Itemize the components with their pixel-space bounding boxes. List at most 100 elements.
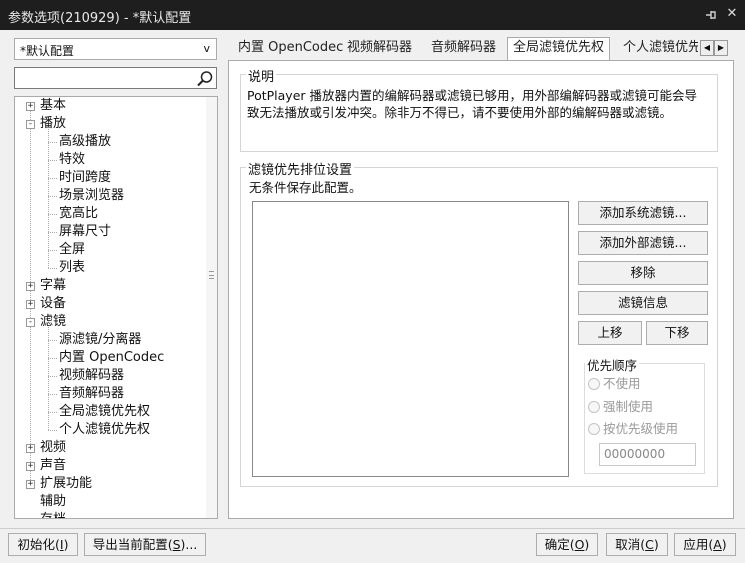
pin-icon[interactable]: [704, 8, 718, 22]
close-icon[interactable]: ✕: [724, 6, 740, 22]
tree-item[interactable]: 全屏: [59, 241, 85, 259]
tree-item[interactable]: 视频解码器: [59, 367, 124, 385]
tree-item[interactable]: 时间跨度: [59, 169, 111, 187]
cancel-button-end: ): [653, 537, 659, 552]
radio-not-use[interactable]: 不使用: [588, 375, 641, 393]
apply-button-end: ): [721, 537, 727, 552]
tree-item[interactable]: 宽高比: [59, 205, 98, 223]
tree-connector: [30, 106, 31, 484]
cancel-button-text: 取消(: [615, 537, 646, 552]
tab-video-decoder[interactable]: 视频解码器: [342, 38, 417, 60]
add-system-filter-button[interactable]: 添加系统滤镜...: [578, 201, 708, 225]
tree-item[interactable]: 基本: [40, 97, 66, 115]
tree-item[interactable]: 音频解码器: [59, 385, 124, 403]
profile-select[interactable]: *默认配置 v: [14, 38, 217, 60]
tree-item[interactable]: 设备: [40, 295, 66, 313]
search-icon[interactable]: [196, 70, 214, 88]
export-button-end: )...: [180, 537, 198, 552]
settings-tree[interactable]: 基本 + 播放 - 高级播放 特效 时间跨度 场景浏览器 宽高比 屏幕尺寸 全屏 列表 字幕 + 设备 + 滤镜…: [14, 96, 218, 519]
filter-list[interactable]: [252, 201, 569, 477]
expand-icon[interactable]: +: [26, 480, 35, 489]
tree-connector: [48, 232, 57, 233]
apply-button-text: 应用(: [683, 537, 714, 552]
title-bar: 参数选项(210929) - *默认配置 ✕: [0, 0, 745, 30]
tree-item[interactable]: 高级播放: [59, 133, 111, 151]
tree-connector: [48, 178, 57, 179]
tree-item[interactable]: 内置 OpenCodec: [59, 349, 164, 367]
export-config-button[interactable]: 导出当前配置(S)...: [84, 533, 206, 556]
expand-icon[interactable]: +: [26, 282, 35, 291]
footer-divider: [0, 528, 745, 529]
tree-item[interactable]: 场景浏览器: [59, 187, 124, 205]
tree-connector: [48, 340, 57, 341]
ok-button-key: O: [574, 537, 585, 552]
tree-connector: [48, 250, 57, 251]
init-button-text: 初始化(: [17, 537, 60, 552]
tree-item[interactable]: 视频: [40, 439, 66, 457]
tree-item[interactable]: 字幕: [40, 277, 66, 295]
tree-connector: [48, 412, 57, 413]
tree-connector: [48, 394, 57, 395]
tree-item[interactable]: 播放: [40, 115, 66, 133]
description-heading: 说明: [246, 66, 277, 85]
tree-item[interactable]: 扩展功能: [40, 475, 92, 493]
tree-connector: [48, 196, 57, 197]
tree-connector: [48, 376, 57, 377]
tree-item[interactable]: 存档: [40, 511, 66, 518]
tree-item[interactable]: 特效: [59, 151, 85, 169]
tree-connector: [48, 142, 57, 143]
add-external-filter-button[interactable]: 添加外部滤镜...: [578, 231, 708, 255]
tree-connector: [48, 327, 49, 430]
ok-button[interactable]: 确定(O): [536, 533, 598, 556]
filter-info-button[interactable]: 滤镜信息: [578, 291, 708, 315]
expand-icon[interactable]: +: [26, 444, 35, 453]
tree-connector: [48, 268, 57, 269]
scrollbar-grip-icon[interactable]: [209, 271, 214, 279]
description-text: PotPlayer 播放器内置的编解码器或滤镜已够用，用外部编解码器或滤镜可能会…: [247, 87, 717, 121]
radio-circle-icon: [588, 378, 600, 390]
tab-audio-decoder[interactable]: 音频解码器: [426, 38, 501, 60]
export-button-text: 导出当前配置(: [92, 537, 173, 552]
collapse-icon[interactable]: -: [26, 318, 35, 327]
window-title: 参数选项(210929) - *默认配置: [8, 11, 192, 26]
radio-by-priority[interactable]: 按优先级使用: [588, 420, 678, 438]
move-up-button[interactable]: 上移: [578, 321, 642, 345]
apply-button[interactable]: 应用(A): [674, 533, 736, 556]
tree-connector: [48, 160, 57, 161]
tree-item[interactable]: 辅助: [40, 493, 66, 511]
radio-force-use[interactable]: 强制使用: [588, 398, 653, 416]
radio-force-use-label: 强制使用: [603, 399, 654, 414]
expand-icon[interactable]: +: [26, 462, 35, 471]
tree-item[interactable]: 屏幕尺寸: [59, 223, 111, 241]
search-input[interactable]: [14, 67, 217, 89]
expand-icon[interactable]: +: [26, 102, 35, 111]
remove-button[interactable]: 移除: [578, 261, 708, 285]
init-button[interactable]: 初始化(I): [8, 533, 78, 556]
tree-item[interactable]: 全局滤镜优先权: [59, 403, 150, 421]
collapse-icon[interactable]: -: [26, 120, 35, 129]
tree-connector: [48, 214, 57, 215]
tree-scrollbar[interactable]: [206, 97, 217, 518]
tree-item[interactable]: 列表: [59, 259, 85, 277]
tree-item[interactable]: 声音: [40, 457, 66, 475]
radio-circle-icon: [588, 401, 600, 413]
radio-by-priority-label: 按优先级使用: [603, 421, 679, 436]
ok-button-end: ): [584, 537, 590, 552]
tab-scroll-left-icon[interactable]: ◀: [700, 40, 714, 56]
tree-item[interactable]: 源滤镜/分离器: [59, 331, 141, 349]
tree-item[interactable]: 个人滤镜优先权: [59, 421, 150, 439]
priority-heading: 滤镜优先排位设置: [246, 159, 355, 178]
tab-personal-filter-priority[interactable]: 个人滤镜优先权: [618, 38, 698, 60]
radio-circle-icon: [588, 423, 600, 435]
description-line-2: 致无法播放或引发冲突。除非万不得已，请不要使用外部的编解码器或滤镜。: [247, 105, 673, 120]
ok-button-text: 确定(: [544, 537, 575, 552]
priority-order-heading: 优先顺序: [585, 355, 640, 374]
move-down-button[interactable]: 下移: [646, 321, 708, 345]
tab-scroll-right-icon[interactable]: ▶: [714, 40, 728, 56]
tab-opencodec[interactable]: 内置 OpenCodec: [233, 38, 348, 60]
cancel-button[interactable]: 取消(C): [606, 533, 668, 556]
tab-global-filter-priority[interactable]: 全局滤镜优先权: [507, 37, 611, 61]
expand-icon[interactable]: +: [26, 300, 35, 309]
tree-item[interactable]: 滤镜: [40, 313, 66, 331]
priority-value-field[interactable]: 00000000: [599, 443, 696, 466]
